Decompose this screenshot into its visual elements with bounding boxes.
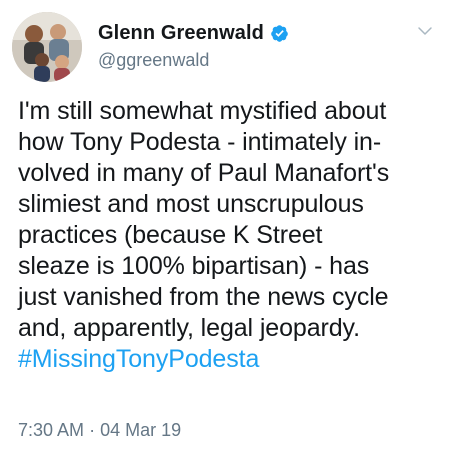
tweet-time: 7:30 AM (18, 420, 85, 440)
tweet-text: I'm still somewhat mystified about how T… (18, 97, 390, 342)
tweet-body: I'm still somewhat mystified about how T… (18, 96, 438, 375)
user-handle[interactable]: @ggreenwald (98, 50, 209, 71)
timestamp-separator: · (89, 420, 96, 440)
verified-badge-icon (271, 25, 288, 42)
tweet-timestamp[interactable]: 7:30 AM · 04 Mar 19 (18, 420, 181, 441)
chevron-down-icon[interactable] (416, 22, 434, 40)
avatar[interactable] (12, 12, 82, 82)
author-name-row[interactable]: Glenn Greenwald (98, 22, 289, 45)
tweet-date: 04 Mar 19 (100, 420, 182, 440)
group-photo-avatar (12, 12, 82, 82)
hashtag-link[interactable]: #MissingTonyPodesta (18, 345, 259, 373)
display-name[interactable]: Glenn Greenwald (98, 22, 264, 45)
